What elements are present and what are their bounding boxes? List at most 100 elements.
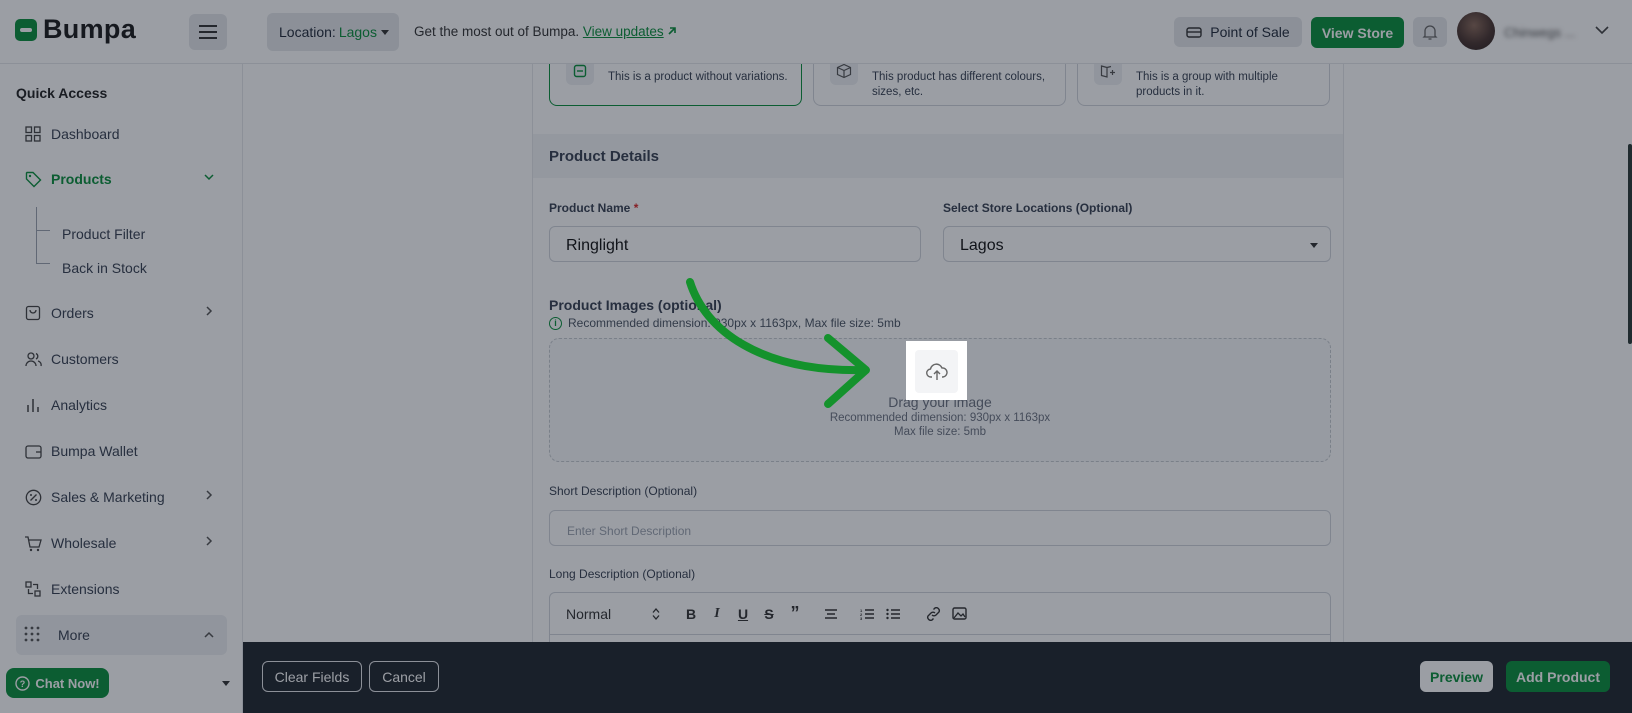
product-type-simple[interactable]: This is a product without variations. [549,64,802,106]
sidebar-item-dashboard[interactable]: Dashboard [16,114,227,154]
image-icon[interactable] [946,603,972,625]
quick-access-title: Quick Access [16,85,108,101]
promo-text: Get the most out of Bumpa. [414,24,580,39]
underline-icon[interactable]: U [730,603,756,625]
store-locations-select[interactable]: Lagos [943,226,1331,262]
chevron-down-icon[interactable] [1594,24,1610,36]
book-plus-icon [1094,64,1122,85]
sidebar-item-label: Sales & Marketing [51,489,165,505]
cart-icon [24,534,42,552]
tag-icon [24,170,42,188]
chat-now-button[interactable]: ? Chat Now! [6,668,109,698]
editor-toolbar: Normal B I U S ” 123 [550,593,1330,635]
product-details-heading: Product Details [533,134,1343,178]
add-product-button[interactable]: Add Product [1506,661,1610,692]
upload-highlight[interactable] [906,341,967,400]
long-description-editor[interactable]: Normal B I U S ” 123 [549,592,1331,642]
notifications-button[interactable] [1413,17,1447,47]
users-icon [24,350,42,368]
bumpa-logo[interactable]: Bumpa [15,14,136,45]
sidebar-item-sales-marketing[interactable]: Sales & Marketing [16,477,227,517]
format-select[interactable]: Normal [566,606,660,622]
user-avatar[interactable] [1457,12,1495,50]
store-locations-value: Lagos [960,237,1004,254]
bell-icon [1422,24,1438,40]
wallet-icon [24,442,42,460]
sidebar-subitem-product-filter[interactable]: Product Filter [62,226,145,242]
sidebar-item-wholesale[interactable]: Wholesale [16,523,227,563]
extensions-icon [24,580,42,598]
required-mark: * [633,201,639,215]
form-action-bar: Clear Fields Cancel Preview Add Product [243,642,1632,713]
updown-icon [652,607,660,620]
product-type-variants[interactable]: This product has different colours, size… [813,64,1066,106]
page-scrollbar[interactable] [1628,144,1632,344]
caret-down-icon [1310,243,1318,248]
bag-icon [24,304,42,322]
chevron-right-icon [206,536,213,546]
sidebar-item-label: Wholesale [51,535,117,551]
long-description-label: Long Description (Optional) [549,567,696,581]
cube-icon [830,64,858,85]
top-header: Bumpa Location: Lagos Get the most out o… [0,0,1632,64]
pos-label: Point of Sale [1210,24,1290,40]
bullet-list-icon[interactable] [880,603,906,625]
dots-grid-icon [24,626,42,644]
hamburger-icon [199,25,217,27]
upload-cloud-icon[interactable] [915,350,958,393]
sidebar-item-analytics[interactable]: Analytics [16,385,227,425]
view-store-button[interactable]: View Store [1311,17,1404,48]
format-select-value: Normal [566,605,612,622]
location-selector[interactable]: Location: Lagos [267,13,399,51]
sidebar-item-label: Orders [51,305,94,321]
product-name-label: Product Name * [549,201,639,215]
product-type-desc: This product has different colours, size… [872,71,1046,98]
product-images-label: Product Images (optional) [549,297,722,313]
user-name[interactable]: Chinwegs ... [1504,25,1576,40]
subnav-connector [36,207,37,263]
clear-fields-button[interactable]: Clear Fields [262,661,362,692]
svg-text:?: ? [20,679,26,689]
sidebar-subitem-back-in-stock[interactable]: Back in Stock [62,260,147,276]
sidebar-item-label: Bumpa Wallet [51,443,138,459]
product-name-input[interactable]: Ringlight [549,226,921,262]
sidebar-item-label: Extensions [51,581,120,597]
hamburger-menu-button[interactable] [189,14,227,50]
cancel-button[interactable]: Cancel [369,661,439,692]
logo-text: Bumpa [43,14,137,44]
italic-icon[interactable]: I [704,603,730,625]
sidebar-item-orders[interactable]: Orders [16,293,227,333]
percent-icon [24,488,42,506]
quote-icon[interactable]: ” [782,603,808,625]
app-window: Bumpa Location: Lagos Get the most out o… [0,0,1632,713]
sidebar-item-products[interactable]: Products [16,159,227,199]
chevron-up-icon [204,631,214,638]
sidebar-item-extensions[interactable]: Extensions [16,569,227,609]
sidebar: Quick Access Dashboard Products Product … [0,64,243,713]
bar-chart-icon [24,396,42,414]
sidebar-item-bumpa-wallet[interactable]: Bumpa Wallet [16,431,227,471]
bold-icon[interactable]: B [678,603,704,625]
sidebar-item-customers[interactable]: Customers [16,339,227,379]
location-value: Lagos [338,24,377,40]
bumpa-logo-icon [15,18,37,41]
strikethrough-icon[interactable]: S [756,603,782,625]
sidebar-item-more[interactable]: More [16,615,227,655]
chevron-right-icon [206,306,213,316]
align-icon[interactable] [818,603,844,625]
point-of-sale-button[interactable]: Point of Sale [1174,17,1302,47]
ordered-list-icon[interactable]: 123 [854,603,880,625]
caret-down-icon[interactable] [222,681,230,686]
store-locations-label: Select Store Locations (Optional) [943,201,1133,215]
preview-button[interactable]: Preview [1420,661,1493,692]
link-icon[interactable] [920,603,946,625]
product-type-desc: This is a group with multiple products i… [1136,71,1278,98]
dropzone-dimension: Recommended dimension: 930px x 1163px [829,412,1051,424]
product-type-desc: This is a product without variations. [608,71,788,83]
images-hint: i Recommended dimension: 930px x 1163px,… [549,316,901,330]
caret-down-icon [380,29,389,35]
product-type-group[interactable]: This is a group with multiple products i… [1077,64,1330,106]
view-updates-link[interactable]: View updates [583,24,664,39]
short-description-input[interactable]: Enter Short Description [549,510,1331,546]
short-description-label: Short Description (Optional) [549,484,698,498]
